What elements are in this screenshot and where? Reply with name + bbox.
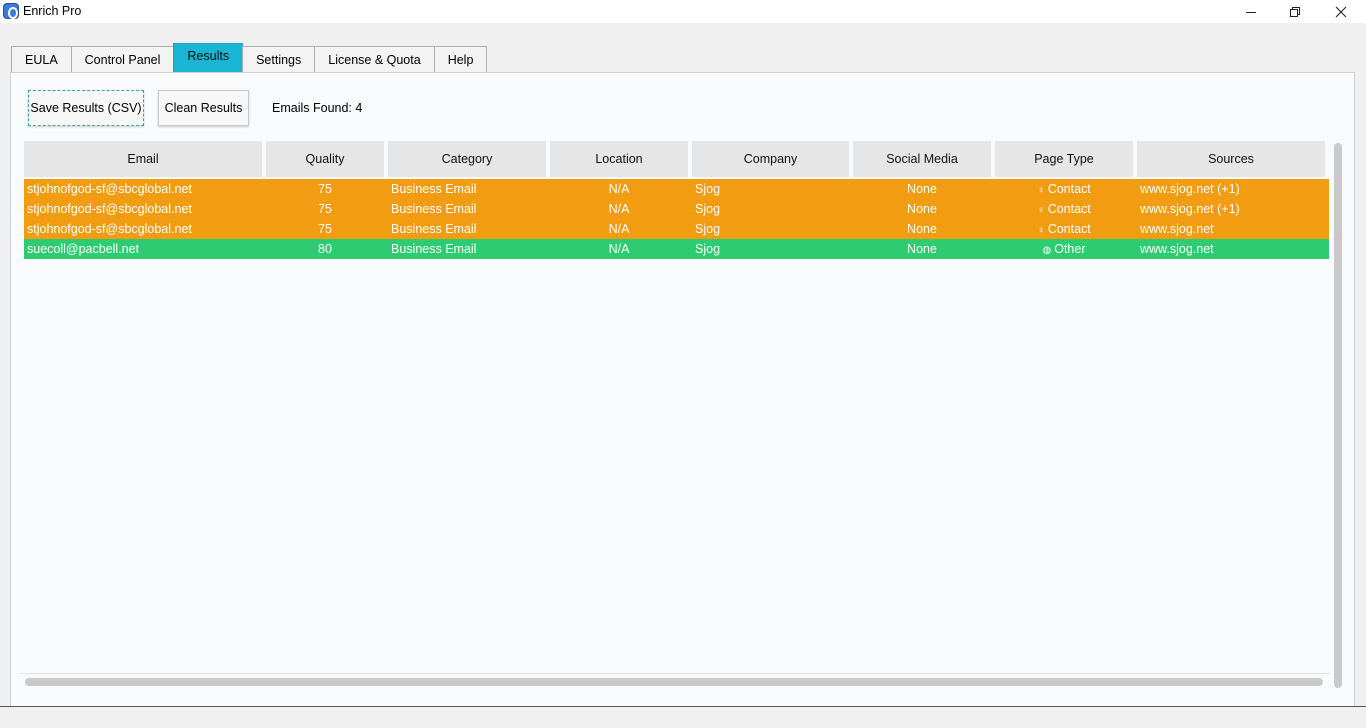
app-logo-icon <box>3 3 19 19</box>
cell-social-media: None <box>907 222 937 236</box>
minimize-button[interactable] <box>1228 0 1274 23</box>
column-header-quality[interactable]: Quality <box>266 141 384 177</box>
table-row[interactable]: stjohnofgod-sf@sbcglobal.net 75 Business… <box>24 219 1329 239</box>
globe-icon: ◍ <box>1042 245 1052 256</box>
contact-icon: ♀ <box>1037 225 1045 236</box>
cell-category: Business Email <box>391 242 477 256</box>
contact-icon: ♀ <box>1037 205 1045 216</box>
cell-location: N/A <box>608 242 630 256</box>
cell-page-type: ♀ Contact <box>995 179 1133 199</box>
save-results-button[interactable]: Save Results (CSV) <box>28 90 144 126</box>
cell-email: stjohnofgod-sf@sbcglobal.net <box>27 182 192 196</box>
column-header-sources[interactable]: Sources <box>1137 141 1325 177</box>
results-panel: Save Results (CSV) Clean Results Emails … <box>10 72 1355 707</box>
maximize-button[interactable] <box>1272 0 1318 23</box>
table-row[interactable]: stjohnofgod-sf@sbcglobal.net 75 Business… <box>24 199 1329 219</box>
emails-found-count: Emails Found: 4 <box>272 101 363 115</box>
cell-page-type: ◍ Other <box>995 239 1133 259</box>
cell-location: N/A <box>608 222 630 236</box>
tab-help[interactable]: Help <box>433 46 488 72</box>
cell-email: stjohnofgod-sf@sbcglobal.net <box>27 222 192 236</box>
tab-settings[interactable]: Settings <box>242 46 316 72</box>
cell-page-type: ♀ Contact <box>995 199 1133 219</box>
cell-social-media: None <box>907 242 937 256</box>
page-type-label: Other <box>1054 242 1086 256</box>
close-button[interactable] <box>1318 0 1364 23</box>
tab-bar: EULA Control Panel Results Settings Lice… <box>11 43 488 72</box>
cell-company: Sjog <box>695 242 721 256</box>
cell-email: suecoll@pacbell.net <box>27 242 140 256</box>
page-type-label: Contact <box>1047 182 1091 196</box>
column-header-page-type[interactable]: Page Type <box>995 141 1133 177</box>
column-header-email[interactable]: Email <box>24 141 262 177</box>
tab-control-panel[interactable]: Control Panel <box>70 46 175 72</box>
cell-quality: 75 <box>318 222 332 236</box>
column-header-company[interactable]: Company <box>692 141 849 177</box>
cell-location: N/A <box>608 182 630 196</box>
table-row[interactable]: suecoll@pacbell.net 80 Business Email N/… <box>24 239 1329 259</box>
title-bar: Enrich Pro <box>0 0 1366 23</box>
page-type-label: Contact <box>1047 222 1091 236</box>
cell-social-media: None <box>907 202 937 216</box>
window-title: Enrich Pro <box>23 4 82 18</box>
cell-category: Business Email <box>391 222 477 236</box>
horizontal-scrollbar-thumb[interactable] <box>25 678 1323 686</box>
page-type-label: Contact <box>1047 202 1091 216</box>
table-bottom-border <box>20 673 1330 674</box>
restore-icon <box>1290 6 1300 17</box>
cell-sources: www.sjog.net <box>1140 222 1214 236</box>
cell-location: N/A <box>608 202 630 216</box>
tab-eula[interactable]: EULA <box>11 46 72 72</box>
cell-sources: www.sjog.net (+1) <box>1140 182 1240 196</box>
minimize-icon <box>1246 11 1256 13</box>
column-header-category[interactable]: Category <box>388 141 546 177</box>
cell-social-media: None <box>907 182 937 196</box>
vertical-scrollbar-thumb[interactable] <box>1334 143 1342 688</box>
clean-results-button[interactable]: Clean Results <box>158 90 249 126</box>
cell-email: stjohnofgod-sf@sbcglobal.net <box>27 202 192 216</box>
table-header: Email Quality Category Location Company … <box>24 141 1329 177</box>
cell-page-type: ♀ Contact <box>995 219 1133 239</box>
cell-category: Business Email <box>391 202 477 216</box>
column-header-location[interactable]: Location <box>550 141 688 177</box>
cell-quality: 80 <box>318 242 332 256</box>
cell-category: Business Email <box>391 182 477 196</box>
close-icon <box>1335 6 1347 17</box>
cell-quality: 75 <box>318 182 332 196</box>
cell-company: Sjog <box>695 182 721 196</box>
tab-results[interactable]: Results <box>173 43 244 72</box>
main-window: EULA Control Panel Results Settings Lice… <box>0 23 1366 728</box>
cell-quality: 75 <box>318 202 332 216</box>
tab-license-quota[interactable]: License & Quota <box>314 46 435 72</box>
cell-sources: www.sjog.net (+1) <box>1140 202 1240 216</box>
cell-company: Sjog <box>695 202 721 216</box>
horizontal-scrollbar[interactable] <box>20 675 1330 687</box>
column-header-social-media[interactable]: Social Media <box>853 141 991 177</box>
results-table: Email Quality Category Location Company … <box>24 141 1329 679</box>
table-row[interactable]: stjohnofgod-sf@sbcglobal.net 75 Business… <box>24 179 1329 199</box>
window-bottom-border <box>0 706 1366 707</box>
cell-sources: www.sjog.net <box>1140 242 1214 256</box>
contact-icon: ♀ <box>1037 185 1045 196</box>
cell-company: Sjog <box>695 222 721 236</box>
